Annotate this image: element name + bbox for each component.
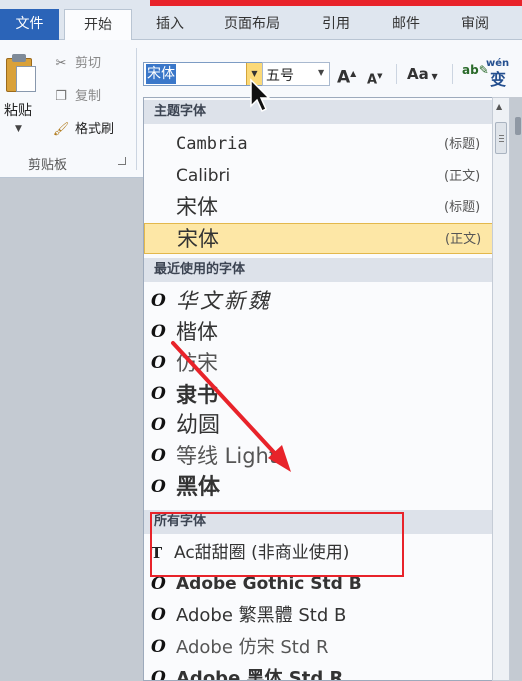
mouse-cursor-icon: [250, 78, 271, 113]
